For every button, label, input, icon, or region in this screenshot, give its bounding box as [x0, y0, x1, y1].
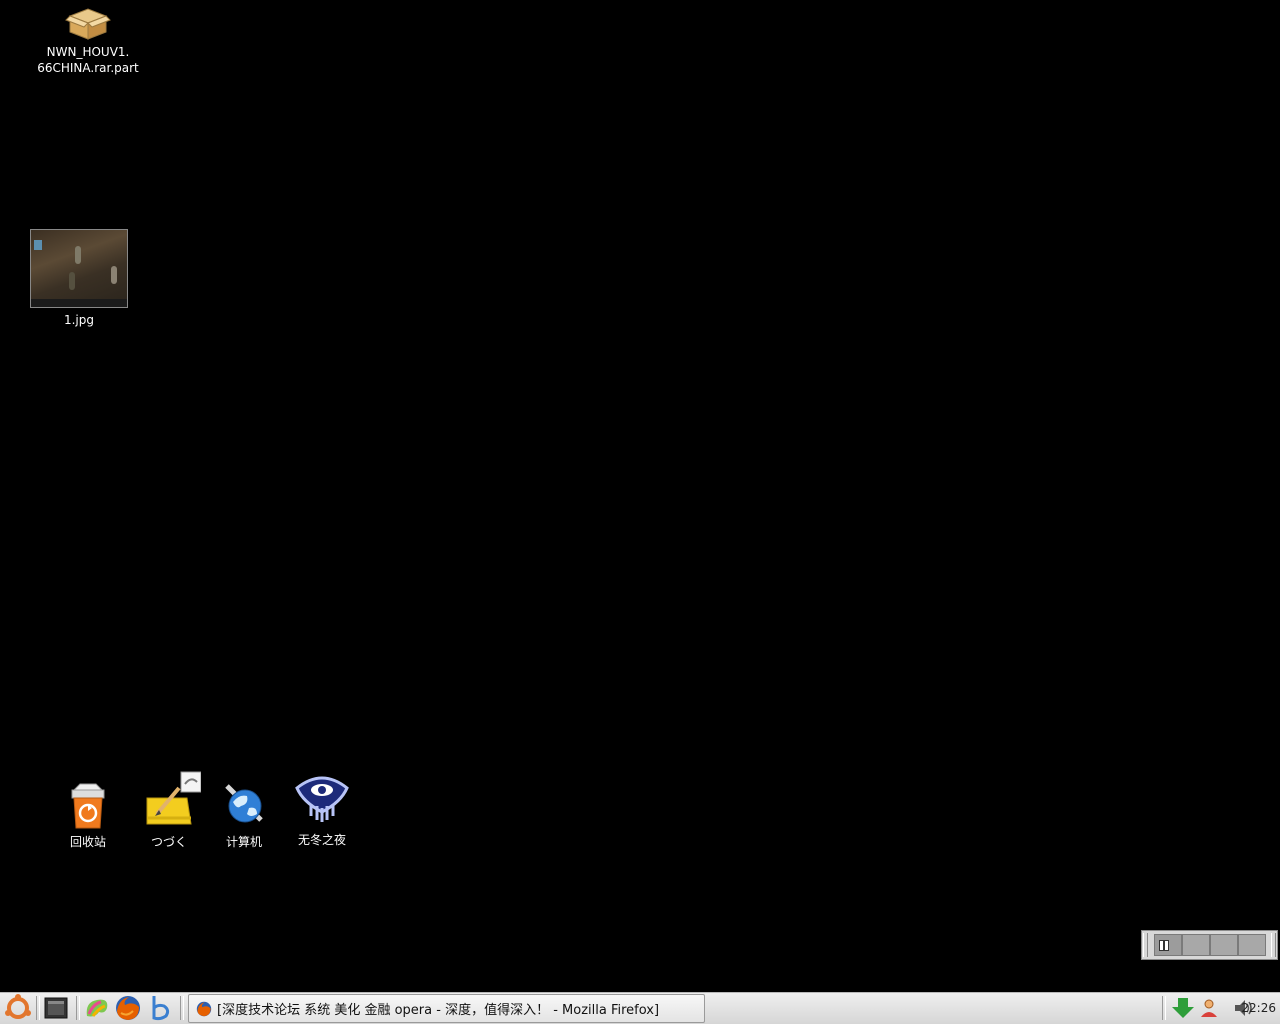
- launcher-firefox[interactable]: [112, 993, 144, 1023]
- download-arrow-icon[interactable]: [1170, 996, 1196, 1020]
- desktop[interactable]: NWN_HOUV1. 66CHINA.rar.part 1.jpg 回收站 つづ…: [0, 0, 1280, 992]
- pager-handle-left[interactable]: [1143, 933, 1148, 957]
- trash-icon: [71, 783, 105, 829]
- show-desktop-button[interactable]: [42, 993, 70, 1023]
- icon-label: 计算机: [225, 835, 262, 849]
- archive-icon: [64, 6, 112, 40]
- bottom-panel: [深度技术论坛 系统 美化 金融 opera - 深度，值得深入！ - Mozi…: [0, 992, 1280, 1024]
- icon-label: 回收站: [69, 835, 106, 849]
- desktop-icon-archive[interactable]: NWN_HOUV1. 66CHINA.rar.part: [32, 6, 144, 76]
- window-title: [深度技术论坛 系统 美化 金融 opera - 深度，值得深入！ - Mozi…: [217, 1003, 660, 1018]
- launcher-paint[interactable]: [82, 993, 112, 1023]
- notepad-icon: [146, 771, 201, 825]
- workspace-switcher[interactable]: [1141, 930, 1278, 960]
- desktop-icon-trash[interactable]: 回收站: [56, 780, 120, 850]
- icon-label: つづく: [150, 835, 187, 849]
- desktop-icon-game[interactable]: 无冬之夜: [286, 772, 358, 848]
- computer-globe-icon: [225, 784, 263, 823]
- desktop-icon-computer[interactable]: 计算机: [212, 780, 276, 850]
- icon-label: 无冬之夜: [297, 833, 346, 847]
- pager-handle-right[interactable]: [1271, 933, 1276, 957]
- workspace-4[interactable]: [1238, 934, 1266, 956]
- image-thumbnail: [30, 229, 128, 308]
- workspace-3[interactable]: [1210, 934, 1238, 956]
- main-menu-button[interactable]: [2, 993, 34, 1023]
- firefox-icon: [196, 1001, 212, 1016]
- user-icon[interactable]: [1198, 997, 1220, 1019]
- desktop-icon-image[interactable]: 1.jpg: [30, 229, 128, 328]
- firefox-icon: [116, 996, 140, 1020]
- b-app-icon: [152, 996, 170, 1021]
- workspace-2[interactable]: [1182, 934, 1210, 956]
- file-name: 1.jpg: [63, 313, 95, 327]
- file-name: NWN_HOUV1. 66CHINA.rar.part: [37, 45, 139, 75]
- workspace-1[interactable]: [1154, 934, 1182, 956]
- desktop-icon-notepad[interactable]: つづく: [134, 770, 204, 850]
- neverwinter-nights-icon: [295, 776, 349, 822]
- show-desktop-icon: [44, 997, 68, 1019]
- ubuntu-menu-icon: [5, 994, 31, 1019]
- launcher-b-app[interactable]: [146, 993, 174, 1023]
- clock[interactable]: 22:26: [1241, 993, 1276, 1023]
- taskbar-window-button[interactable]: [深度技术论坛 系统 美化 金融 opera - 深度，值得深入！ - Mozi…: [188, 994, 705, 1023]
- paint-app-icon: [86, 999, 108, 1017]
